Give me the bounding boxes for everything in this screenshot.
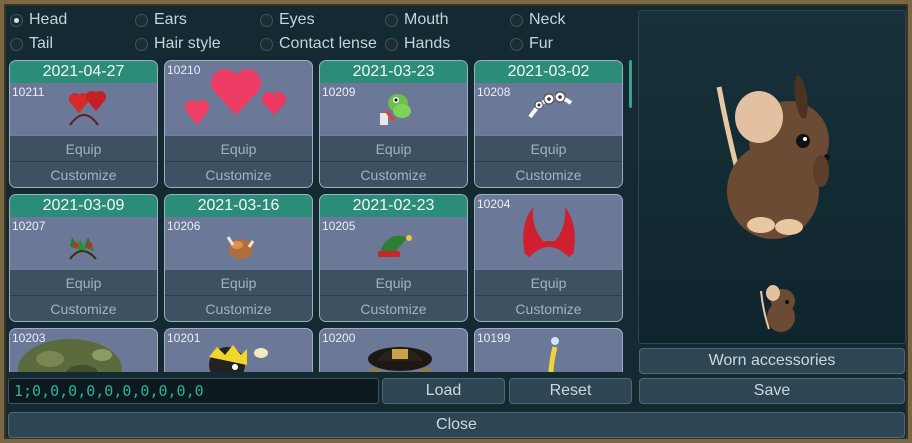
- item-card[interactable]: 2021-04-27 10211 Equip Customize: [9, 60, 158, 188]
- red-devil-horns-icon: [523, 207, 575, 258]
- customize-button[interactable]: Customize: [165, 161, 312, 187]
- radio-dot: [135, 13, 148, 27]
- mouse-character-small-icon: [760, 285, 795, 332]
- radio-hair-style[interactable]: Hair style: [135, 33, 221, 55]
- item-date: 2021-03-16: [165, 195, 312, 217]
- equip-button[interactable]: Equip: [165, 269, 312, 295]
- equip-button[interactable]: Equip: [475, 135, 622, 161]
- pink-hearts-icon: [185, 69, 286, 125]
- radio-ears[interactable]: Ears: [135, 9, 187, 31]
- radio-eyes[interactable]: Eyes: [260, 9, 315, 31]
- item-card[interactable]: 10201: [164, 328, 313, 372]
- item-date: 2021-03-23: [320, 61, 467, 83]
- radio-neck[interactable]: Neck: [510, 9, 565, 31]
- item-card[interactable]: 2021-03-02 10208 Equip Customize: [474, 60, 623, 188]
- green-elf-hat-icon: [378, 235, 412, 257]
- radio-dot: [510, 37, 523, 51]
- holly-headband-icon: [69, 237, 97, 260]
- equip-button[interactable]: Equip: [320, 135, 467, 161]
- white-tiara-icon: [528, 91, 573, 119]
- grid-scrollbar[interactable]: [629, 60, 632, 108]
- customize-button[interactable]: Customize: [475, 161, 622, 187]
- item-art: 10203: [10, 329, 157, 372]
- radio-contact-lense[interactable]: Contact lense: [260, 33, 385, 55]
- equip-button[interactable]: Equip: [10, 135, 157, 161]
- radio-mouth[interactable]: Mouth: [385, 9, 448, 31]
- customize-button[interactable]: Customize: [165, 295, 312, 321]
- radio-dot: [260, 37, 273, 51]
- outfit-code-input[interactable]: 1;0,0,0,0,0,0,0,0,0,0: [8, 378, 379, 404]
- item-date: 2021-03-02: [475, 61, 622, 83]
- radio-tail[interactable]: Tail: [10, 33, 53, 55]
- equip-button[interactable]: Equip: [320, 269, 467, 295]
- item-card[interactable]: 10204 Equip Customize: [474, 194, 623, 322]
- category-radio-group: Head Ears Eyes Mouth Neck Tail Hair styl…: [8, 8, 628, 56]
- item-card[interactable]: 2021-02-23 10205 Equip Customize: [319, 194, 468, 322]
- yellow-antenna-icon: [548, 337, 559, 372]
- item-art: 10209: [320, 83, 467, 135]
- item-date: 2021-02-23: [320, 195, 467, 217]
- radio-dot: [135, 37, 148, 51]
- radio-dot: [10, 37, 23, 51]
- yellow-black-hair-icon: [209, 345, 268, 372]
- item-card[interactable]: 2021-03-09 10207 Equip Customize: [9, 194, 158, 322]
- roast-chicken-hat-icon: [226, 236, 255, 259]
- equip-button[interactable]: Equip: [10, 269, 157, 295]
- item-art: 10207: [10, 217, 157, 269]
- item-art: 10199: [475, 329, 622, 372]
- item-card[interactable]: 10210 Equip Customize: [164, 60, 313, 188]
- equip-button[interactable]: Equip: [165, 135, 312, 161]
- radio-dot: [385, 13, 398, 27]
- item-id: 10203: [12, 331, 46, 345]
- load-button[interactable]: Load: [382, 378, 505, 404]
- item-card[interactable]: 2021-03-23 10209 Equip Customize: [319, 60, 468, 188]
- radio-fur[interactable]: Fur: [510, 33, 553, 55]
- item-card[interactable]: 10199: [474, 328, 623, 372]
- item-art: 10206: [165, 217, 312, 269]
- item-card[interactable]: 10200: [319, 328, 468, 372]
- customize-button[interactable]: Customize: [320, 295, 467, 321]
- customize-button[interactable]: Customize: [10, 161, 157, 187]
- worn-accessories-button[interactable]: Worn accessories: [639, 348, 905, 374]
- radio-hands[interactable]: Hands: [385, 33, 450, 55]
- customize-button[interactable]: Customize: [10, 295, 157, 321]
- item-art: 10211: [10, 83, 157, 135]
- item-art: 10208: [475, 83, 622, 135]
- item-art: 10204: [475, 195, 622, 269]
- close-button[interactable]: Close: [8, 412, 905, 438]
- item-art: 10201: [165, 329, 312, 372]
- item-date: 2021-03-09: [10, 195, 157, 217]
- item-card[interactable]: 10203: [9, 328, 158, 372]
- item-art: 10205: [320, 217, 467, 269]
- radio-head[interactable]: Head: [10, 9, 67, 31]
- item-card[interactable]: 2021-03-16 10206 Equip Customize: [164, 194, 313, 322]
- radio-dot: [510, 13, 523, 27]
- green-dino-hat-icon: [380, 94, 411, 125]
- customize-button[interactable]: Customize: [475, 295, 622, 321]
- radio-dot: [385, 37, 398, 51]
- reset-button[interactable]: Reset: [509, 378, 632, 404]
- radio-dot: [260, 13, 273, 27]
- save-button[interactable]: Save: [639, 378, 905, 404]
- pirate-hat-icon: [368, 347, 432, 372]
- item-grid: 2021-04-27 10211 Equip Customize 10210 E…: [8, 58, 632, 372]
- customize-button[interactable]: Customize: [320, 161, 467, 187]
- item-art: 10200: [320, 329, 467, 372]
- red-heart-headband-icon: [69, 91, 106, 126]
- item-date: 2021-04-27: [10, 61, 157, 83]
- radio-dot: [10, 13, 23, 27]
- item-art: 10210: [165, 61, 312, 135]
- character-preview-panel: [638, 10, 906, 344]
- equip-button[interactable]: Equip: [475, 269, 622, 295]
